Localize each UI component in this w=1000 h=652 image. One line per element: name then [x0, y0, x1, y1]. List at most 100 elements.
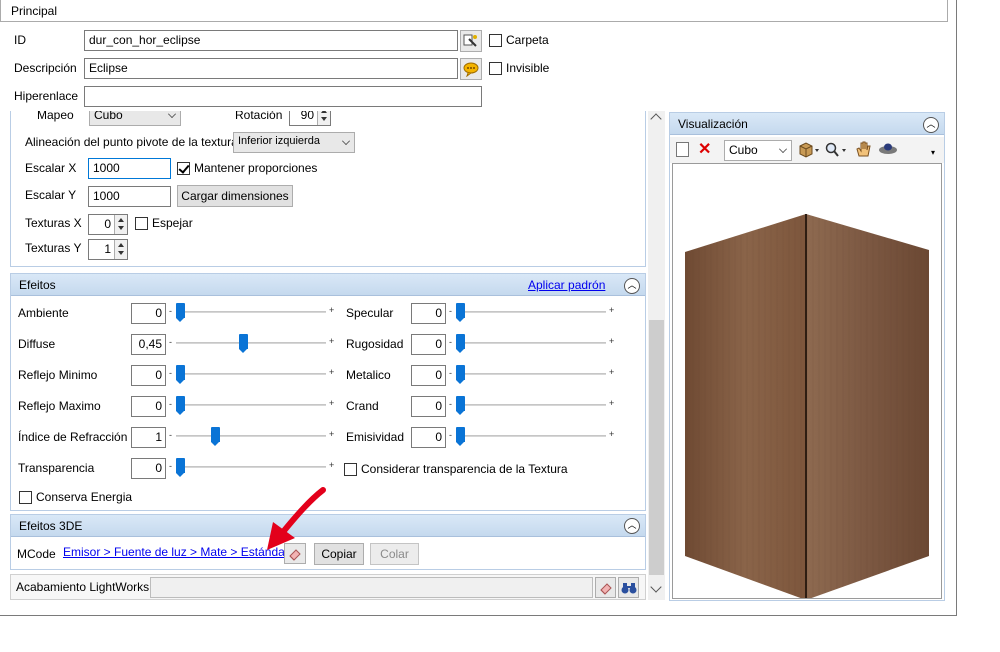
minus-label: -	[169, 430, 172, 440]
scroll-up-icon[interactable]	[650, 113, 662, 125]
plus-label: +	[329, 398, 335, 408]
slider-thumb[interactable]	[456, 427, 465, 446]
effect-slider[interactable]	[456, 302, 606, 322]
translate-icon[interactable]	[460, 58, 482, 80]
slider-thumb[interactable]	[456, 365, 465, 384]
minus-label: -	[449, 399, 452, 409]
effect-slider[interactable]	[176, 457, 326, 477]
effect-slider[interactable]	[176, 333, 326, 353]
zoom-icon[interactable]	[825, 142, 847, 161]
slider-track	[176, 435, 326, 437]
carpeta-checkbox[interactable]	[489, 34, 502, 47]
texturas-y-spinner[interactable]: 1	[88, 239, 128, 260]
effect-value-field[interactable]: 0,45	[131, 334, 166, 355]
scroll-down-icon[interactable]	[650, 581, 662, 593]
effect-value-field[interactable]: 0	[131, 365, 166, 386]
vertical-scrollbar[interactable]	[648, 111, 665, 600]
texturas-y-value: 1	[104, 242, 111, 256]
eraser-icon[interactable]	[595, 577, 616, 598]
acabamento-field[interactable]	[150, 577, 593, 598]
minus-label: -	[169, 368, 172, 378]
effect-label: Transparencia	[18, 461, 95, 475]
effect-value-field[interactable]: 0	[411, 334, 446, 355]
slider-thumb[interactable]	[176, 396, 185, 415]
effect-slider[interactable]	[456, 364, 606, 384]
mantener-checkbox[interactable]	[177, 162, 190, 175]
effect-slider[interactable]	[176, 302, 326, 322]
effect-slider[interactable]	[456, 395, 606, 415]
effect-value-field[interactable]: 0	[131, 458, 166, 479]
effect-value-field[interactable]: 1	[131, 427, 166, 448]
principal-label: Principal	[11, 4, 58, 18]
spin-arrows-icon[interactable]	[114, 240, 127, 259]
pan-hand-icon[interactable]	[854, 140, 872, 161]
plus-label: +	[609, 367, 615, 377]
effect-slider[interactable]	[456, 333, 606, 353]
plus-label: +	[329, 460, 335, 470]
conserva-checkbox[interactable]	[19, 491, 32, 504]
effect-value-field[interactable]: 0	[411, 396, 446, 417]
id-picker-icon[interactable]	[460, 30, 482, 52]
new-document-icon[interactable]	[676, 142, 689, 157]
slider-thumb[interactable]	[456, 396, 465, 415]
collapse-up-icon[interactable]: ︿	[923, 117, 939, 133]
slider-track	[176, 342, 326, 344]
descripcion-field[interactable]: Eclipse	[84, 58, 458, 79]
effect-slider[interactable]	[456, 426, 606, 446]
colar-button[interactable]: Colar	[370, 543, 419, 565]
alineacion-select[interactable]: Inferior izquierda	[233, 132, 355, 153]
mapeo-select[interactable]: Cubo	[89, 111, 181, 126]
binoculars-icon[interactable]	[618, 577, 639, 598]
effect-slider[interactable]	[176, 395, 326, 415]
delete-icon[interactable]: ✕	[698, 139, 711, 159]
texturas-y-label: Texturas Y	[25, 241, 82, 255]
effect-value-field[interactable]: 0	[411, 365, 446, 386]
cube-shape-icon[interactable]	[798, 142, 820, 161]
hiperenlace-field[interactable]	[84, 86, 482, 107]
slider-thumb[interactable]	[211, 427, 220, 446]
view-mode-select[interactable]: Cubo	[724, 140, 792, 161]
considerar-checkbox[interactable]	[344, 463, 357, 476]
carpeta-label: Carpeta	[506, 33, 549, 47]
toolbar-overflow-icon[interactable]: ▾	[931, 148, 935, 157]
escalar-y-field[interactable]: 1000	[88, 186, 171, 207]
scrollbar-thumb[interactable]	[649, 320, 664, 575]
effect-slider[interactable]	[176, 364, 326, 384]
aplicar-padron-link[interactable]: Aplicar padrón	[528, 278, 605, 292]
mapeo-label: Mapeo	[37, 111, 74, 122]
slider-thumb[interactable]	[239, 334, 248, 353]
effect-label: Reflejo Maximo	[18, 399, 101, 413]
rotacion-spinner[interactable]: 90	[289, 111, 331, 126]
espejar-checkbox[interactable]	[135, 217, 148, 230]
slider-thumb[interactable]	[176, 365, 185, 384]
effect-value-field[interactable]: 0	[131, 303, 166, 324]
effect-value-field[interactable]: 0	[411, 303, 446, 324]
escalar-x-field[interactable]: 1000	[88, 158, 171, 179]
alineacion-label: Alineación del punto pivote de la textur…	[25, 135, 238, 149]
spin-arrows-icon[interactable]	[114, 215, 127, 234]
effect-value-field[interactable]: 0	[131, 396, 166, 417]
slider-thumb[interactable]	[176, 303, 185, 322]
effect-label: Metalico	[346, 368, 391, 382]
cargar-dimensiones-button[interactable]: Cargar dimensiones	[177, 185, 293, 207]
effect-slider[interactable]	[176, 426, 326, 446]
id-field[interactable]: dur_con_hor_eclipse	[84, 30, 458, 51]
3d-viewport[interactable]	[672, 163, 942, 599]
orbit-eye-icon[interactable]	[878, 142, 898, 159]
effect-value-field[interactable]: 0	[411, 427, 446, 448]
mapeo-value: Cubo	[94, 111, 123, 122]
collapse-up-icon[interactable]: ︿	[624, 278, 640, 294]
minus-label: -	[169, 306, 172, 316]
slider-thumb[interactable]	[456, 334, 465, 353]
slider-track	[176, 311, 326, 313]
annotation-arrow	[267, 487, 326, 550]
slider-thumb[interactable]	[176, 458, 185, 477]
slider-thumb[interactable]	[456, 303, 465, 322]
chevron-down-icon	[779, 145, 787, 153]
plus-label: +	[329, 305, 335, 315]
texturas-x-spinner[interactable]: 0	[88, 214, 128, 235]
invisible-checkbox[interactable]	[489, 62, 502, 75]
collapse-up-icon[interactable]: ︿	[624, 518, 640, 534]
spin-arrows-icon[interactable]	[317, 111, 330, 125]
slider-track	[456, 311, 606, 313]
